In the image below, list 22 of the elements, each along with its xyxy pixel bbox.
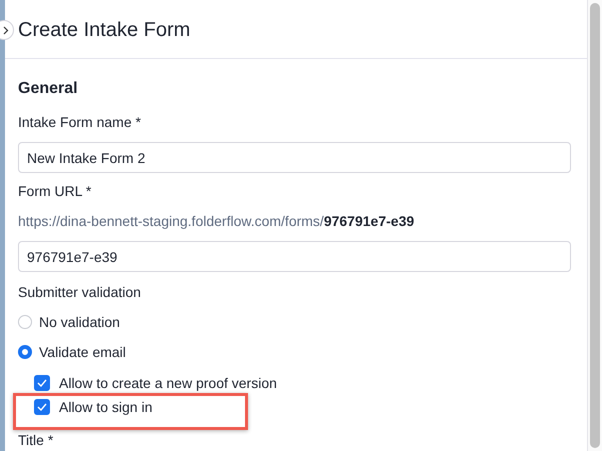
field-label: Intake Form name *: [18, 114, 142, 130]
radio-label: Validate email: [39, 344, 126, 360]
text-field[interactable]: New Intake Form 2: [18, 142, 571, 173]
checkbox[interactable]: [34, 399, 50, 415]
checkbox-label: Allow to sign in: [59, 399, 152, 415]
collapse-button[interactable]: [0, 20, 14, 40]
field-label: Form URL *: [18, 183, 92, 199]
scrollbar[interactable]: [588, 0, 602, 451]
section-heading: General: [18, 79, 79, 98]
field-label: Title *: [18, 432, 54, 448]
url-preview: https://dina-bennett-staging.folderflow.com/forms/976791e7-e39: [18, 213, 416, 229]
field-label: Submitter validation: [18, 284, 142, 300]
radio-button[interactable]: [18, 345, 32, 359]
chevron-right-icon: [3, 26, 9, 34]
checkbox-label: Allow to create a new proof version: [59, 375, 277, 391]
radio-button[interactable]: [18, 315, 32, 329]
check-icon: [37, 379, 47, 387]
slug-field[interactable]: 976791e7-e39: [18, 241, 571, 272]
radio-label: No validation: [39, 314, 120, 330]
check-icon: [37, 403, 47, 411]
checkbox[interactable]: [34, 375, 50, 391]
panel-title: Create Intake Form: [18, 18, 190, 42]
